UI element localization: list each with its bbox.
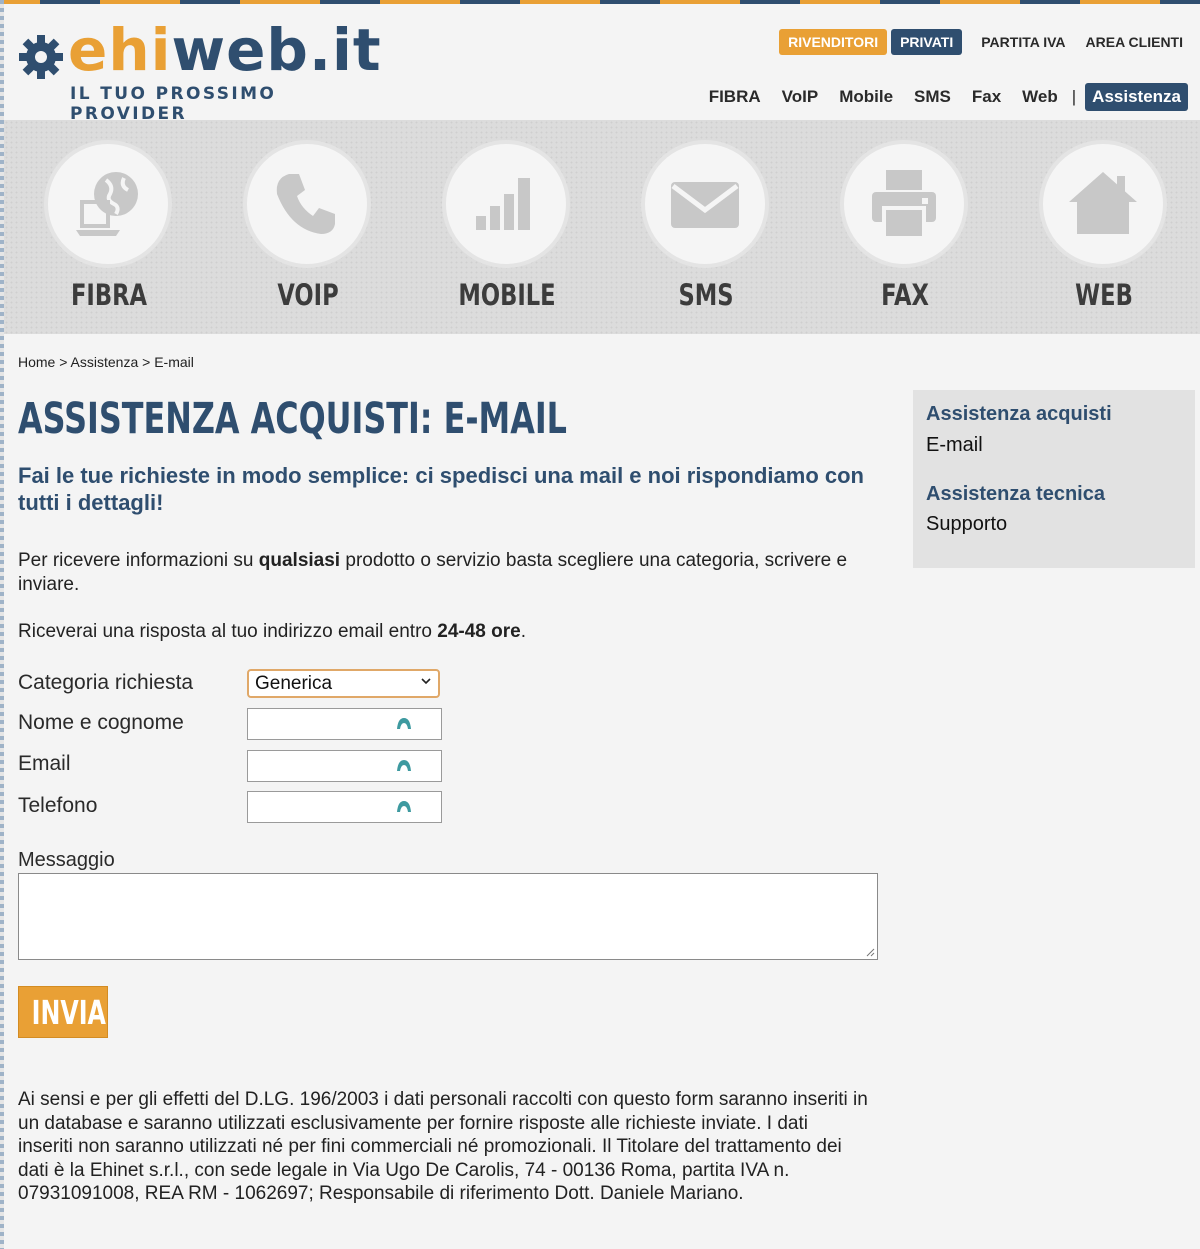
nav-voip[interactable]: VoIP: [782, 87, 819, 107]
partita-iva-link[interactable]: PARTITA IVA: [981, 34, 1065, 50]
breadcrumb: Home > Assistenza > E-mail: [18, 354, 194, 370]
nav-assistenza[interactable]: Assistenza: [1085, 83, 1188, 111]
service-fax[interactable]: FAX: [800, 120, 999, 334]
service-mobile-label: MOBILE: [458, 278, 556, 312]
signal-bars-icon: [476, 178, 530, 230]
category-select-value: Generica: [255, 673, 333, 694]
top-links: RIVENDITORI PRIVATI PARTITA IVA AREA CLI…: [779, 29, 1188, 55]
page-title: ASSISTENZA ACQUISTI: E-MAIL: [18, 394, 567, 444]
submit-button[interactable]: INVIA: [18, 986, 108, 1038]
service-voip[interactable]: VOIP: [203, 120, 402, 334]
resize-grip-icon[interactable]: [865, 947, 875, 957]
sidebar-item-email[interactable]: E-mail: [926, 434, 983, 457]
service-fax-label: FAX: [881, 278, 929, 312]
envelope-icon: [671, 182, 739, 228]
nav-web[interactable]: Web: [1022, 87, 1058, 107]
logo-wordmark: ehiweb.it: [68, 16, 382, 84]
page-subtitle: Fai le tue richieste in modo semplice: c…: [18, 463, 864, 515]
service-web-label: WEB: [1075, 278, 1133, 312]
breadcrumb-separator: >: [138, 354, 155, 370]
rivenditori-link[interactable]: RIVENDITORI: [779, 29, 888, 55]
logo-tagline: IL TUO PROSSIMO PROVIDER: [70, 84, 277, 124]
service-web[interactable]: WEB: [999, 120, 1198, 334]
nav-fax[interactable]: Fax: [972, 87, 1001, 107]
globe-laptop-icon: [76, 172, 138, 236]
submit-button-label: INVIA: [31, 993, 106, 1032]
phone-label: Telefono: [18, 794, 98, 817]
services-banner: FIBRA VOIP MOBILE SMS FAX WEB: [4, 120, 1200, 334]
site-header: ehiweb.it IL TUO PROSSIMO PROVIDER RIVEN…: [0, 0, 1200, 124]
service-sms-circle: [641, 140, 769, 268]
autofill-icon[interactable]: [395, 799, 413, 813]
autofill-icon[interactable]: [395, 716, 413, 730]
message-label: Messaggio: [18, 849, 115, 871]
service-mobile[interactable]: MOBILE: [402, 120, 601, 334]
main-nav: FIBRA VoIP Mobile SMS Fax Web | Assisten…: [688, 83, 1188, 111]
sidebar-item-supporto[interactable]: Supporto: [926, 513, 1007, 536]
message-textarea[interactable]: [18, 873, 878, 960]
response-time-paragraph: Riceverai una risposta al tuo indirizzo …: [18, 621, 526, 642]
gear-icon: [19, 35, 63, 79]
email-input[interactable]: [247, 750, 442, 782]
breadcrumb-home[interactable]: Home: [18, 354, 55, 370]
email-label: Email: [18, 752, 71, 775]
service-sms[interactable]: SMS: [601, 120, 800, 334]
nav-fibra[interactable]: FIBRA: [709, 87, 761, 107]
house-icon: [1069, 172, 1137, 234]
category-label: Categoria richiesta: [18, 671, 194, 694]
nav-mobile[interactable]: Mobile: [839, 87, 893, 107]
ehiweb-logo[interactable]: ehiweb.it IL TUO PROSSIMO PROVIDER: [18, 18, 388, 124]
name-input[interactable]: [247, 708, 442, 740]
service-sms-label: SMS: [678, 278, 734, 312]
phone-input[interactable]: [247, 791, 442, 823]
nav-sms[interactable]: SMS: [914, 87, 951, 107]
service-voip-label: VOIP: [277, 278, 339, 312]
service-mobile-circle: [442, 140, 570, 268]
breadcrumb-current: E-mail: [154, 354, 194, 370]
sidebar-heading-acquisti[interactable]: Assistenza acquisti: [926, 403, 1112, 426]
service-fibra-label: FIBRA: [70, 278, 148, 312]
breadcrumb-separator: >: [55, 354, 71, 370]
service-web-circle: [1039, 140, 1167, 268]
autofill-icon[interactable]: [395, 758, 413, 772]
printer-icon: [872, 170, 936, 240]
area-clienti-link[interactable]: AREA CLIENTI: [1086, 34, 1183, 50]
privacy-notice: Ai sensi e per gli effetti del D.LG. 196…: [18, 1089, 868, 1204]
chevron-down-icon: [421, 678, 431, 685]
sidebar: Assistenza acquisti E-mail Assistenza te…: [913, 390, 1195, 568]
breadcrumb-assistenza[interactable]: Assistenza: [71, 354, 139, 370]
name-label: Nome e cognome: [18, 711, 184, 734]
service-voip-circle: [243, 140, 371, 268]
service-fibra-circle: [44, 140, 172, 268]
category-select[interactable]: Generica: [247, 669, 440, 698]
service-fibra[interactable]: FIBRA: [4, 120, 203, 334]
phone-icon: [276, 174, 335, 234]
intro-paragraph: Per ricevere informazioni su qualsiasi p…: [18, 550, 848, 595]
privati-link[interactable]: PRIVATI: [891, 29, 963, 55]
sidebar-heading-tecnica[interactable]: Assistenza tecnica: [926, 483, 1105, 506]
nav-separator: |: [1071, 87, 1077, 106]
service-fax-circle: [840, 140, 968, 268]
